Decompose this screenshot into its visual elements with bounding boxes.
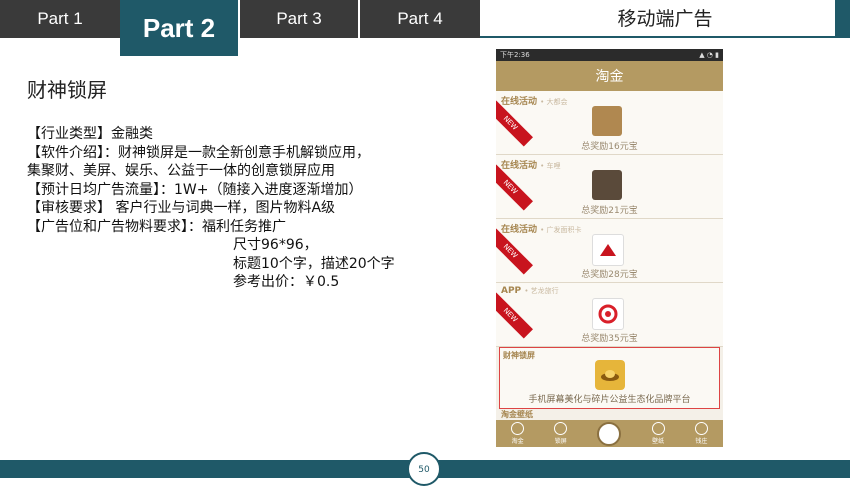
page-number: 50 (407, 452, 441, 486)
card-sponsor: • 艺龙旅行 (524, 287, 559, 295)
card-type: 在线活动 (501, 97, 538, 107)
description-line: 【软件介绍】：财神锁屏是一款全新创意手机解锁应用， (27, 144, 370, 161)
tab-part-4[interactable]: Part 4 (360, 0, 480, 38)
tab-label: 锁屏 (554, 438, 567, 445)
bank-logo-icon (592, 234, 624, 266)
wallpaper-section-label: 淘金壁纸 (501, 410, 533, 419)
tab-center[interactable] (597, 421, 622, 446)
tab-part-1[interactable]: Part 1 (0, 0, 120, 38)
card-type: APP (501, 286, 522, 296)
description-line: 尺寸96*96， (233, 237, 318, 253)
description-line: 【预计日均广告流量】：1W+（随接入进度逐渐增加） (27, 181, 363, 198)
heart-icon (554, 422, 568, 435)
tab-label: 钱庄 (695, 438, 708, 445)
section-tabs: Part 1 Part 2 Part 3 Part 4 (0, 0, 480, 56)
card-reward: 总奖励16元宝 (581, 142, 638, 152)
status-time: 下午2:36 (500, 51, 530, 59)
heading-rule-end (835, 0, 850, 38)
pet-thumbnail-icon (592, 170, 622, 200)
description-line: 【行业类型】金融类 (27, 126, 153, 142)
task-card[interactable]: APP • 艺龙旅行 NEW 总奖励35元宝 (496, 283, 723, 347)
tab-label: 壁纸 (652, 438, 665, 445)
description-line: 【广告位和广告物料要求】：福利任务推广 (27, 218, 286, 235)
bank-icon (694, 422, 708, 435)
phone-tab-bar: 淘金 锁屏 壁纸 钱庄 (496, 420, 723, 447)
card-type: 在线活动 (501, 161, 538, 171)
task-card[interactable]: 在线活动 • 大都会 NEW 总奖励16元宝 (496, 91, 723, 155)
dog-thumbnail-icon (592, 106, 622, 136)
tab-taojin[interactable]: 淘金 (511, 422, 525, 445)
highlight-description: 手机屏幕美化与碎片公益生态化品牌平台 (528, 395, 691, 405)
highlight-title: 财神锁屏 (503, 351, 535, 360)
app-title: 淘金 (595, 69, 624, 85)
section-heading: 移动端广告 (617, 8, 713, 30)
status-bar: 下午2:36 ▲ ◔ ▮ (496, 49, 723, 61)
travel-logo-icon (592, 298, 624, 330)
image-icon (651, 422, 665, 435)
tab-part-3[interactable]: Part 3 (240, 0, 358, 38)
highlighted-ad-card[interactable]: 财神锁屏 手机屏幕美化与碎片公益生态化品牌平台 (499, 347, 720, 409)
slide-title: 财神锁屏 (27, 78, 107, 102)
card-type: 在线活动 (501, 225, 538, 235)
description-block: 【行业类型】金融类 【软件介绍】：财神锁屏是一款全新创意手机解锁应用， 集聚财、… (27, 125, 467, 292)
coin-icon (511, 422, 525, 435)
card-reward: 总奖励35元宝 (581, 334, 638, 344)
description-line: 参考出价：￥0.5 (233, 274, 340, 290)
card-sponsor: • 车哩 (540, 162, 561, 170)
tab-label: 淘金 (511, 438, 524, 445)
card-reward: 总奖励28元宝 (581, 270, 638, 280)
card-sponsor: • 大都会 (540, 98, 568, 106)
description-line: 【审核要求】 客户行业与词典一样，图片物料A级 (27, 200, 336, 216)
phone-screenshot: 下午2:36 ▲ ◔ ▮ 淘金 在线活动 • 大都会 NEW 总奖励16元宝 在… (496, 49, 723, 447)
app-title-bar: 淘金 (496, 61, 723, 91)
task-card[interactable]: 在线活动 • 广发面积卡 NEW 总奖励28元宝 (496, 219, 723, 283)
description-line: 集聚财、美屏、娱乐、公益于一体的创意锁屏应用 (27, 163, 335, 179)
heading-rule (480, 36, 835, 38)
tab-lockscreen[interactable]: 锁屏 (554, 422, 568, 445)
tab-bank[interactable]: 钱庄 (694, 422, 708, 445)
status-icons: ▲ ◔ ▮ (699, 51, 719, 59)
tab-wallpaper[interactable]: 壁纸 (651, 422, 665, 445)
card-sponsor: • 广发面积卡 (540, 226, 582, 234)
tab-part-2[interactable]: Part 2 (120, 0, 238, 56)
task-card[interactable]: 在线活动 • 车哩 NEW 总奖励21元宝 (496, 155, 723, 219)
ingot-button-icon (597, 421, 622, 446)
description-line: 标题10个字，描述20个字 (233, 255, 395, 272)
card-reward: 总奖励21元宝 (581, 206, 638, 216)
gold-ingot-icon (595, 360, 625, 390)
